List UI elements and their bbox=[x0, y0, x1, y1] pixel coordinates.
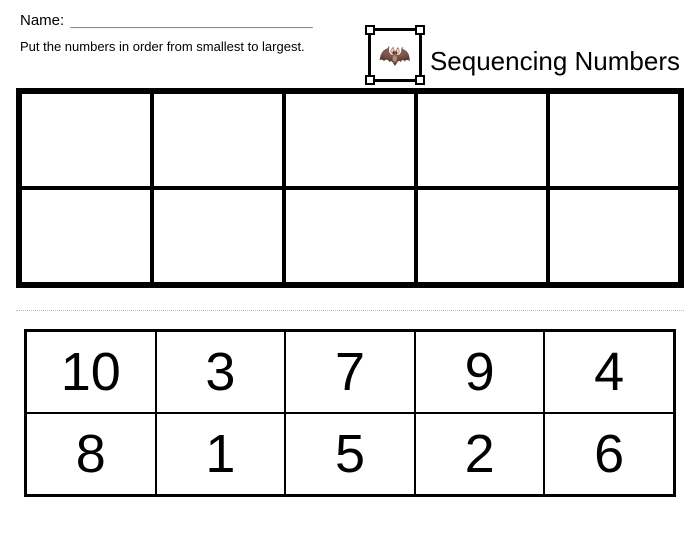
answer-cell[interactable] bbox=[152, 92, 284, 188]
answer-cell[interactable] bbox=[548, 92, 680, 188]
answer-grid bbox=[16, 88, 684, 288]
answer-cell[interactable] bbox=[548, 188, 680, 284]
number-tile[interactable]: 8 bbox=[26, 413, 156, 495]
number-tile[interactable]: 5 bbox=[285, 413, 415, 495]
title-block: 🦇 Sequencing Numbers bbox=[368, 34, 680, 88]
answer-cell[interactable] bbox=[416, 92, 548, 188]
number-tile[interactable]: 6 bbox=[544, 413, 674, 495]
worksheet-header: Name: _______________________________ Pu… bbox=[0, 0, 700, 88]
answer-cell[interactable] bbox=[284, 188, 416, 284]
number-tile[interactable]: 2 bbox=[415, 413, 545, 495]
number-tile[interactable]: 10 bbox=[26, 331, 156, 413]
number-bank-grid: 10 3 7 9 4 8 1 5 2 6 bbox=[24, 329, 676, 497]
number-tile[interactable]: 3 bbox=[156, 331, 286, 413]
number-tile[interactable]: 7 bbox=[285, 331, 415, 413]
worksheet-title: Sequencing Numbers bbox=[430, 46, 680, 77]
bat-icon-frame: 🦇 bbox=[368, 28, 422, 82]
answer-cell[interactable] bbox=[20, 92, 152, 188]
answer-cell[interactable] bbox=[152, 188, 284, 284]
answer-cell[interactable] bbox=[20, 188, 152, 284]
number-tile[interactable]: 4 bbox=[544, 331, 674, 413]
answer-cell[interactable] bbox=[284, 92, 416, 188]
name-row: Name: _______________________________ bbox=[20, 12, 680, 29]
name-input-line[interactable]: _______________________________ bbox=[70, 14, 313, 29]
number-tile[interactable]: 1 bbox=[156, 413, 286, 495]
cut-line-divider bbox=[16, 310, 684, 311]
number-tile[interactable]: 9 bbox=[415, 331, 545, 413]
name-label: Name: bbox=[20, 12, 64, 29]
bat-icon: 🦇 bbox=[379, 42, 411, 68]
answer-cell[interactable] bbox=[416, 188, 548, 284]
